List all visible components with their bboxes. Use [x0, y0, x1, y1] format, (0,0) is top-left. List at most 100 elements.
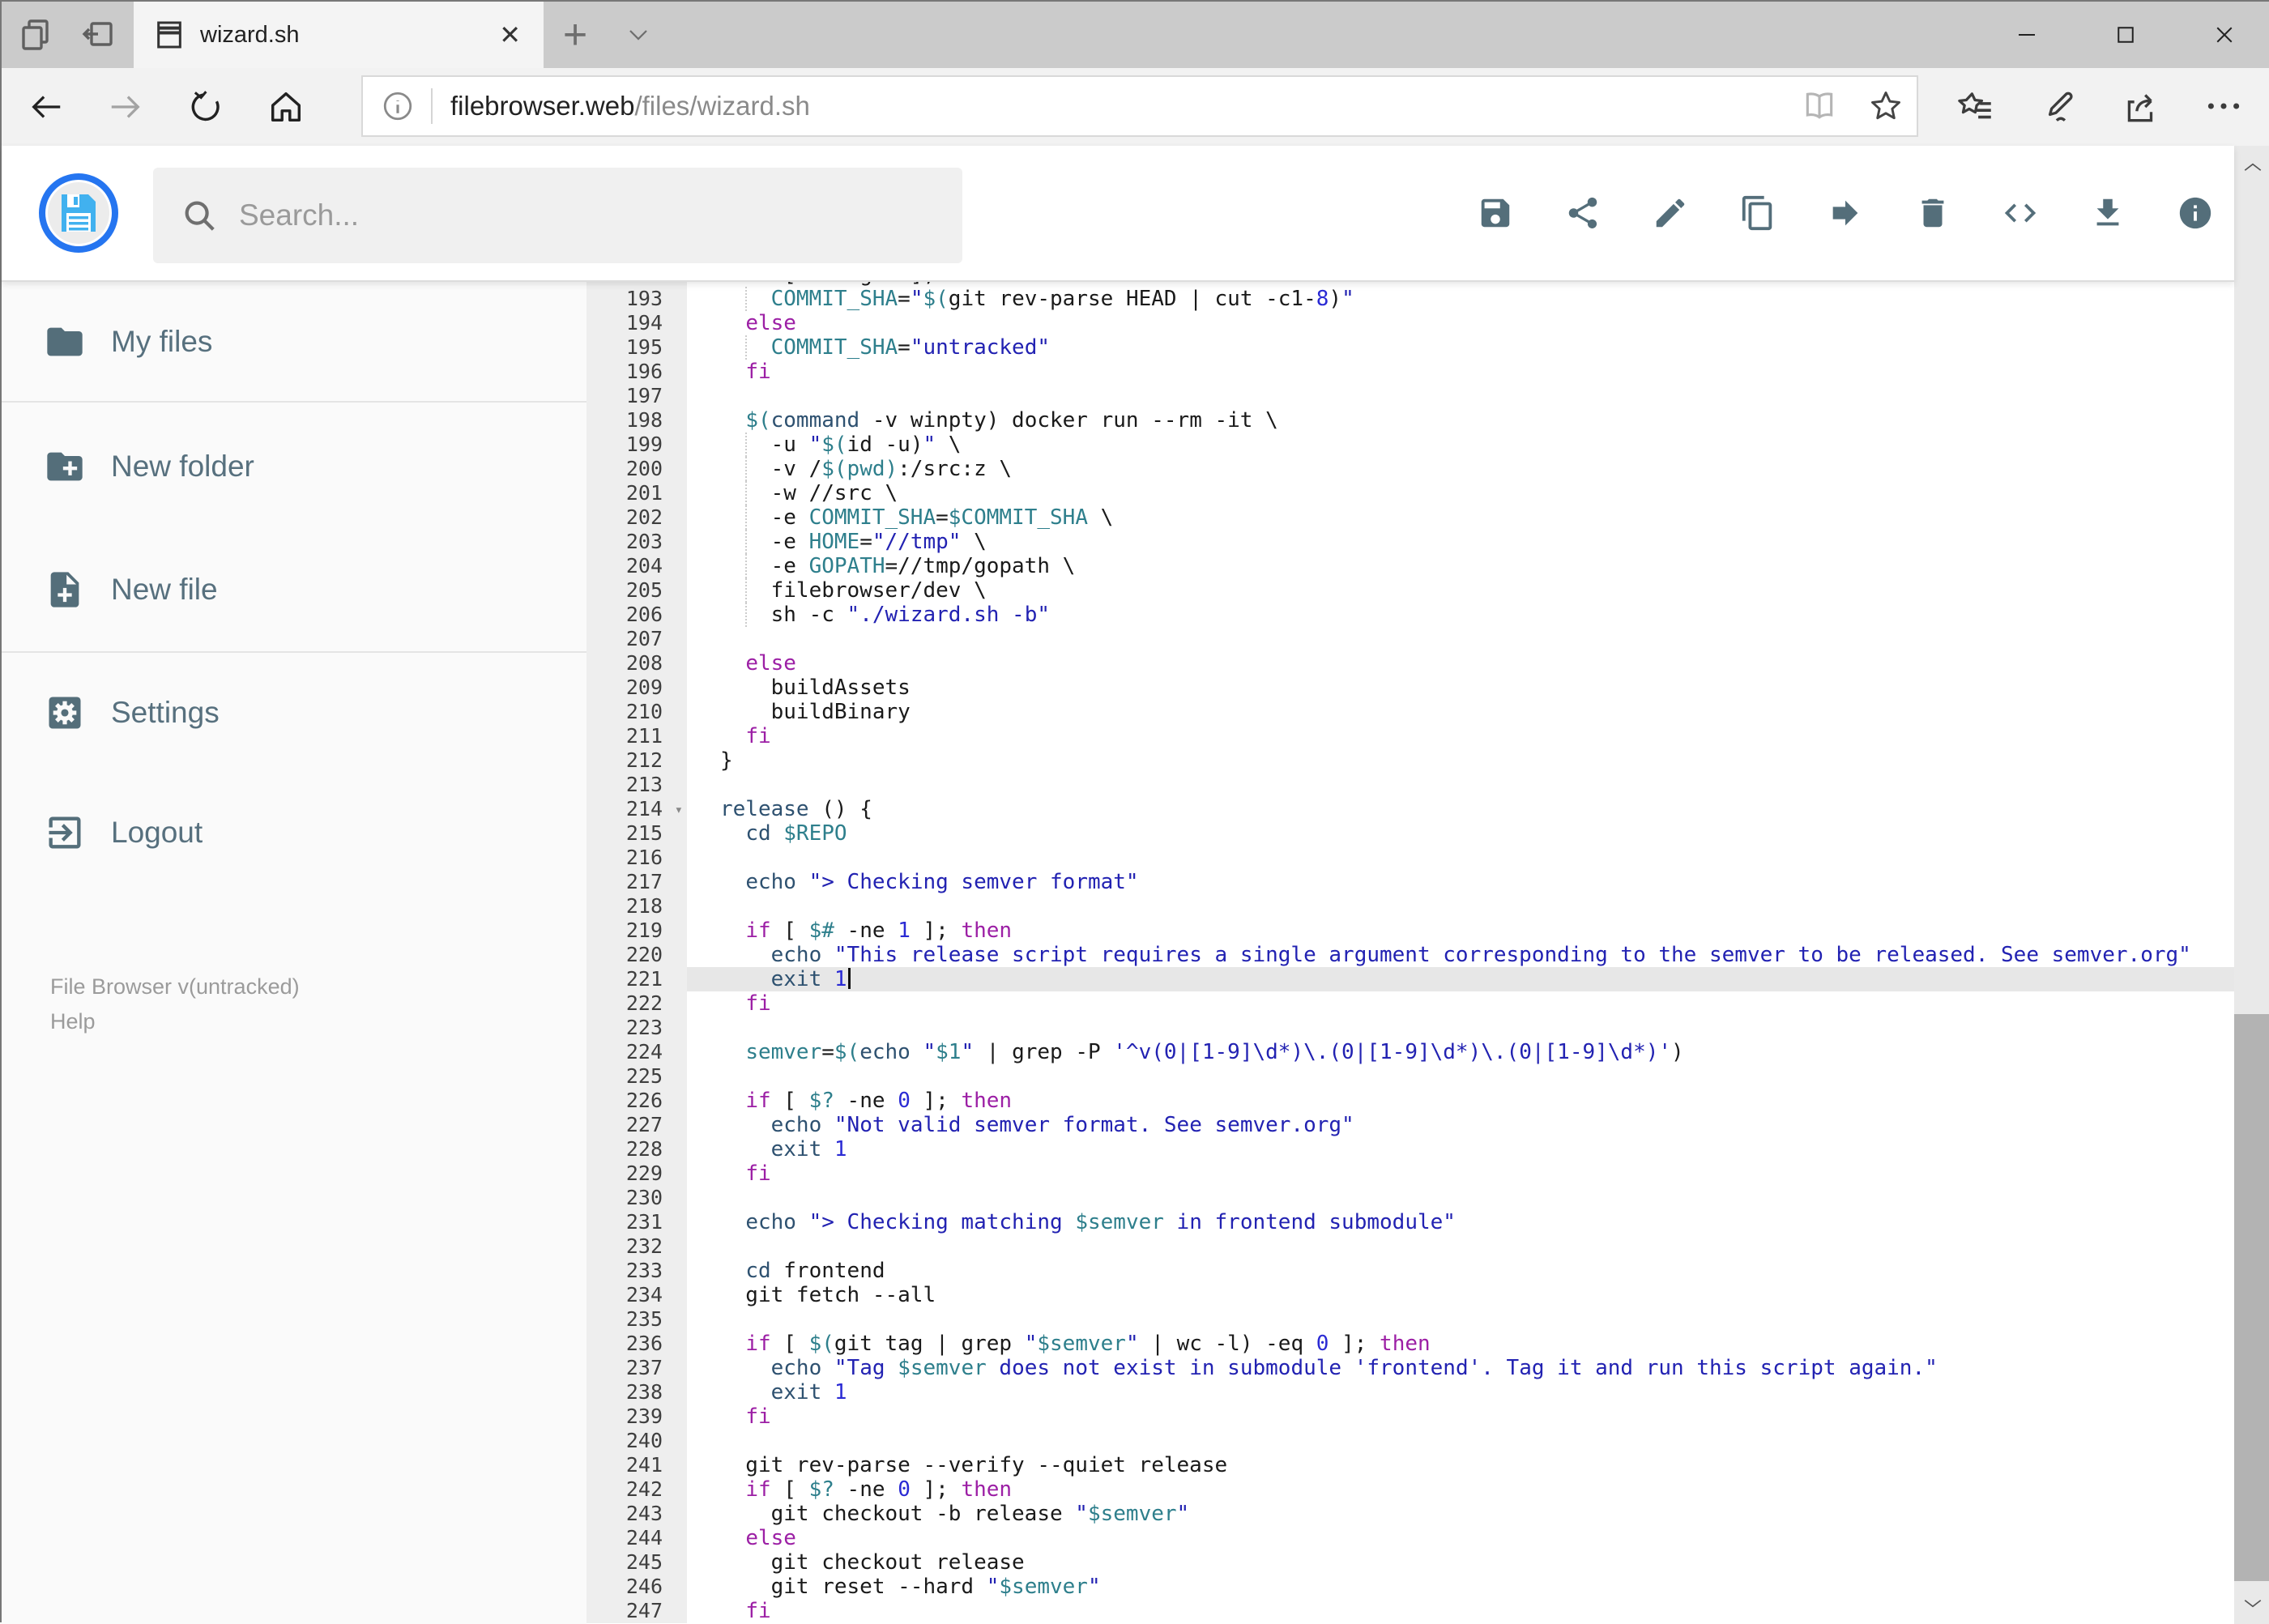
filebrowser-logo[interactable] — [38, 173, 119, 254]
tab-preview-icon[interactable] — [16, 15, 55, 54]
code-text[interactable]: cd frontend — [687, 1259, 2234, 1283]
window-maximize-button[interactable] — [2093, 2, 2158, 68]
forward-icon[interactable] — [107, 88, 144, 126]
code-text[interactable] — [687, 846, 2234, 870]
code-text[interactable]: echo "Not valid semver format. See semve… — [687, 1113, 2234, 1137]
code-editor[interactable]: 192 if [ -d .git ]; then193 COMMIT_SHA="… — [586, 280, 2234, 1624]
code-text[interactable]: git rev-parse --verify --quiet release — [687, 1453, 2234, 1477]
code-text[interactable]: buildAssets — [687, 676, 2234, 700]
code-text[interactable] — [687, 1429, 2234, 1453]
window-minimize-button[interactable] — [1994, 2, 2059, 68]
code-text[interactable] — [687, 1016, 2234, 1040]
code-text[interactable]: buildBinary — [687, 700, 2234, 724]
home-icon[interactable] — [267, 88, 305, 126]
code-text[interactable]: release () { — [687, 797, 2234, 821]
code-text[interactable]: -e HOME="//tmp" \ — [687, 530, 2234, 554]
code-text[interactable]: git checkout -b release "$semver" — [687, 1502, 2234, 1526]
search-input[interactable] — [237, 198, 905, 233]
page-scrollbar[interactable] — [2234, 146, 2269, 1624]
move-button[interactable] — [1802, 164, 1889, 262]
tab-list-chevron-icon[interactable] — [622, 23, 655, 47]
code-text[interactable] — [687, 773, 2234, 797]
code-text[interactable]: -u "$(id -u)" \ — [687, 433, 2234, 457]
code-text[interactable]: COMMIT_SHA="untracked" — [687, 335, 2234, 360]
code-text[interactable]: exit 1 — [687, 967, 2234, 991]
share-page-icon[interactable] — [2121, 86, 2161, 126]
sidebar-item-settings[interactable]: Settings — [2, 668, 586, 757]
code-text[interactable]: echo "Tag $semver does not exist in subm… — [687, 1356, 2234, 1380]
fold-caret-icon[interactable]: ▾ — [675, 798, 683, 822]
code-text[interactable] — [687, 894, 2234, 919]
code-text[interactable]: if [ $(git tag | grep "$semver" | wc -l)… — [687, 1332, 2234, 1356]
code-text[interactable]: if [ $? -ne 0 ]; then — [687, 1477, 2234, 1502]
code-text[interactable]: -v /$(pwd):/src:z \ — [687, 457, 2234, 481]
edit-button[interactable] — [1627, 164, 1714, 262]
code-text[interactable] — [687, 1186, 2234, 1210]
code-text[interactable] — [687, 1307, 2234, 1332]
back-icon[interactable] — [28, 88, 65, 126]
code-text[interactable]: if [ $# -ne 1 ]; then — [687, 919, 2234, 943]
code-text[interactable]: echo "> Checking matching $semver in fro… — [687, 1210, 2234, 1234]
copy-button[interactable] — [1714, 164, 1802, 262]
scroll-up-icon[interactable] — [2240, 157, 2266, 178]
help-link[interactable]: Help — [50, 1009, 96, 1034]
code-text[interactable]: fi — [687, 991, 2234, 1016]
browser-tab[interactable]: wizard.sh ✕ — [134, 2, 544, 68]
code-text[interactable]: git fetch --all — [687, 1283, 2234, 1307]
code-text[interactable]: else — [687, 1526, 2234, 1550]
add-favorite-star-icon[interactable] — [1868, 88, 1904, 124]
scroll-down-icon[interactable] — [2240, 1592, 2266, 1613]
reading-view-icon[interactable] — [1802, 88, 1837, 124]
favorites-hub-icon[interactable] — [1956, 86, 1996, 126]
tab-close-icon[interactable]: ✕ — [499, 2, 521, 68]
code-text[interactable]: if [ $? -ne 0 ]; then — [687, 1089, 2234, 1113]
code-text[interactable]: else — [687, 651, 2234, 676]
sidebar-item-my-files[interactable]: My files — [2, 297, 586, 386]
more-menu-icon[interactable] — [2203, 86, 2244, 126]
code-text[interactable]: git reset --hard "$semver" — [687, 1575, 2234, 1599]
download-button[interactable] — [2064, 164, 2152, 262]
code-text[interactable]: filebrowser/dev \ — [687, 578, 2234, 603]
code-text[interactable]: fi — [687, 724, 2234, 748]
code-text[interactable]: git checkout release — [687, 1550, 2234, 1575]
code-text[interactable]: exit 1 — [687, 1137, 2234, 1162]
code-text[interactable] — [687, 627, 2234, 651]
delete-button[interactable] — [1889, 164, 1977, 262]
code-text[interactable]: -e COMMIT_SHA=$COMMIT_SHA \ — [687, 505, 2234, 530]
code-text[interactable] — [687, 384, 2234, 408]
code-text[interactable]: sh -c "./wizard.sh -b" — [687, 603, 2234, 627]
code-text[interactable]: exit 1 — [687, 1380, 2234, 1404]
code-text[interactable] — [687, 1064, 2234, 1089]
code-text[interactable]: echo "This release script requires a sin… — [687, 943, 2234, 967]
code-text[interactable]: cd $REPO — [687, 821, 2234, 846]
code-text[interactable]: else — [687, 311, 2234, 335]
url-text[interactable]: filebrowser.web/files/wizard.sh — [450, 91, 810, 121]
code-text[interactable] — [687, 1234, 2234, 1259]
code-text[interactable]: fi — [687, 1599, 2234, 1623]
save-button[interactable] — [1452, 164, 1539, 262]
raw-code-button[interactable] — [1977, 164, 2064, 262]
code-text[interactable]: COMMIT_SHA="$(git rev-parse HEAD | cut -… — [687, 287, 2234, 311]
code-text[interactable]: echo "> Checking semver format" — [687, 870, 2234, 894]
code-text[interactable]: -w //src \ — [687, 481, 2234, 505]
set-tabs-aside-icon[interactable] — [79, 15, 117, 54]
info-button[interactable] — [2152, 164, 2239, 262]
code-text[interactable]: } — [687, 748, 2234, 773]
scrollbar-thumb[interactable] — [2234, 1014, 2269, 1581]
site-info-icon[interactable] — [381, 89, 415, 123]
annotate-pen-icon[interactable] — [2038, 86, 2079, 126]
url-bar[interactable]: filebrowser.web/files/wizard.sh — [361, 75, 1918, 137]
new-tab-button[interactable]: + — [557, 2, 593, 68]
code-text[interactable]: fi — [687, 1404, 2234, 1429]
share-button[interactable] — [1539, 164, 1627, 262]
sidebar-item-new-folder[interactable]: New folder — [2, 422, 586, 511]
sidebar-item-logout[interactable]: Logout — [2, 788, 586, 877]
search-bar[interactable] — [153, 168, 962, 263]
refresh-icon[interactable] — [187, 88, 224, 126]
code-text[interactable]: -e GOPATH=//tmp/gopath \ — [687, 554, 2234, 578]
sidebar-item-new-file[interactable]: New file — [2, 545, 586, 634]
window-close-button[interactable] — [2192, 2, 2257, 68]
code-text[interactable]: fi — [687, 360, 2234, 384]
code-text[interactable]: fi — [687, 1162, 2234, 1186]
code-text[interactable]: semver=$(echo "$1" | grep -P '^v(0|[1-9]… — [687, 1040, 2234, 1064]
